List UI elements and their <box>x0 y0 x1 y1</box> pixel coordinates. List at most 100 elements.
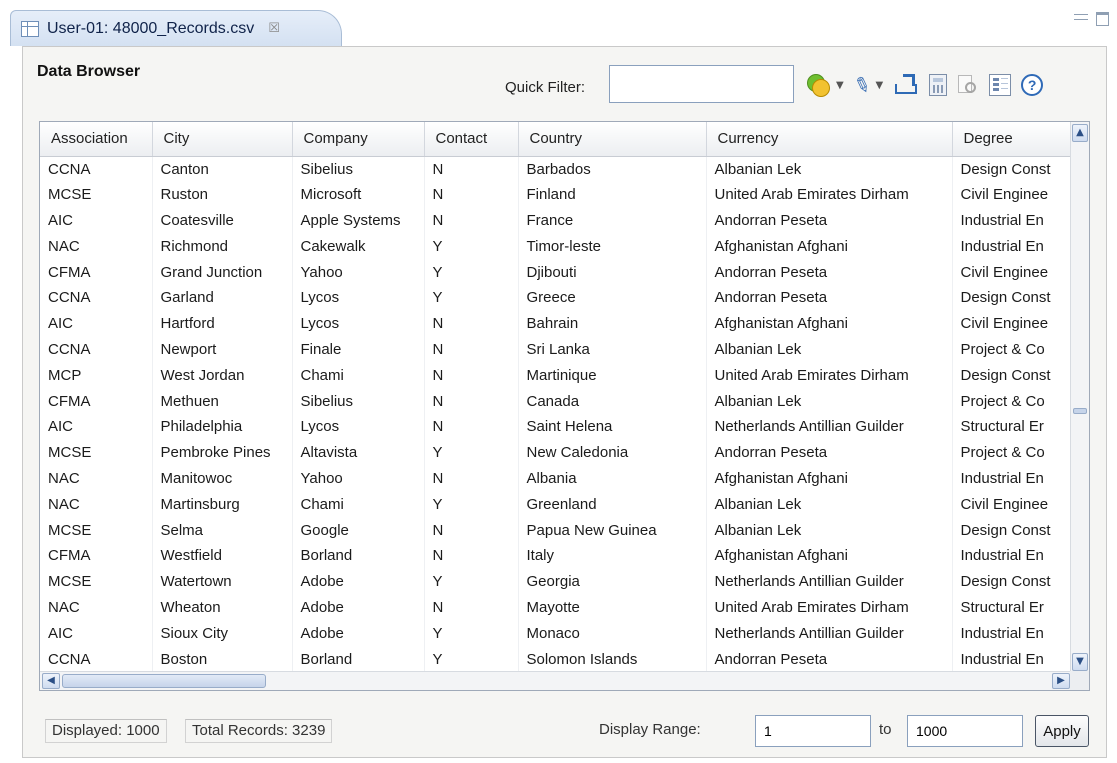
table-cell[interactable]: Afghanistan Afghani <box>706 542 953 569</box>
table-cell[interactable]: Project & Co <box>952 336 1072 363</box>
table-cell[interactable]: AIC <box>40 310 153 337</box>
table-cell[interactable]: Netherlands Antillian Guilder <box>706 413 953 440</box>
table-row[interactable]: MCSE Pembroke Pines Altavista Y New Caledoni… <box>40 439 1072 466</box>
table-cell[interactable]: Borland <box>292 542 425 569</box>
table-cell[interactable]: Albanian Lek <box>706 517 953 543</box>
table-cell[interactable]: Project & Co <box>952 439 1072 466</box>
tab-close-icon[interactable]: ☒ <box>268 21 280 36</box>
table-cell[interactable]: New Caledonia <box>518 439 707 466</box>
table-cell[interactable]: Industrial En <box>952 620 1072 647</box>
table-cell[interactable]: N <box>424 542 519 569</box>
table-cell[interactable]: Djibouti <box>518 259 707 285</box>
table-row[interactable]: AIC Coatesville Apple Systems N France Andorr… <box>40 207 1072 234</box>
table-cell[interactable]: Sri Lanka <box>518 336 707 363</box>
table-cell[interactable]: CFMA <box>40 542 153 569</box>
column-header[interactable]: Contact <box>424 122 519 157</box>
table-cell[interactable]: Boston <box>152 646 293 672</box>
table-cell[interactable]: N <box>424 594 519 621</box>
table-cell[interactable]: Civil Enginee <box>952 181 1072 208</box>
table-cell[interactable]: France <box>518 207 707 234</box>
table-cell[interactable]: Manitowoc <box>152 465 293 492</box>
table-cell[interactable]: Afghanistan Afghani <box>706 465 953 492</box>
table-cell[interactable]: Monaco <box>518 620 707 647</box>
table-cell[interactable]: CFMA <box>40 259 153 285</box>
table-cell[interactable]: Newport <box>152 336 293 363</box>
table-row[interactable]: CFMA Methuen Sibelius N Canada Albanian Lek Pr… <box>40 388 1072 414</box>
table-cell[interactable]: Sioux City <box>152 620 293 647</box>
table-cell[interactable]: Albanian Lek <box>706 336 953 363</box>
table-cell[interactable]: Y <box>424 439 519 466</box>
table-cell[interactable]: Coatesville <box>152 207 293 234</box>
table-cell[interactable]: N <box>424 465 519 492</box>
table-cell[interactable]: Sibelius <box>292 156 425 182</box>
table-cell[interactable]: Mayotte <box>518 594 707 621</box>
table-cell[interactable]: Project & Co <box>952 388 1072 414</box>
table-cell[interactable]: Industrial En <box>952 207 1072 234</box>
export-button[interactable] <box>893 72 919 98</box>
table-cell[interactable]: Philadelphia <box>152 413 293 440</box>
table-cell[interactable]: Grand Junction <box>152 259 293 285</box>
table-cell[interactable]: Canada <box>518 388 707 414</box>
table-cell[interactable]: N <box>424 336 519 363</box>
table-cell[interactable]: Chami <box>292 491 425 518</box>
table-cell[interactable]: West Jordan <box>152 362 293 389</box>
table-cell[interactable]: Yahoo <box>292 465 425 492</box>
table-cell[interactable]: Borland <box>292 646 425 672</box>
table-cell[interactable]: MCSE <box>40 439 153 466</box>
filter-dropdown-button[interactable]: ▼ <box>805 72 844 98</box>
table-cell[interactable]: Netherlands Antillian Guilder <box>706 620 953 647</box>
table-cell[interactable]: N <box>424 413 519 440</box>
table-cell[interactable]: Y <box>424 284 519 311</box>
table-cell[interactable]: Y <box>424 620 519 647</box>
table-cell[interactable]: Finland <box>518 181 707 208</box>
table-cell[interactable]: CFMA <box>40 388 153 414</box>
column-header[interactable]: Degree <box>952 122 1072 157</box>
table-cell[interactable]: Garland <box>152 284 293 311</box>
table-cell[interactable]: Netherlands Antillian Guilder <box>706 568 953 595</box>
table-cell[interactable]: Y <box>424 646 519 672</box>
table-cell[interactable]: Albanian Lek <box>706 491 953 518</box>
table-cell[interactable]: Martinique <box>518 362 707 389</box>
file-tab[interactable]: User-01: 48000_Records.csv ☒ <box>10 10 342 46</box>
column-header[interactable]: Country <box>518 122 707 157</box>
table-cell[interactable]: Y <box>424 259 519 285</box>
table-cell[interactable]: Industrial En <box>952 542 1072 569</box>
find-button[interactable] <box>957 72 979 98</box>
table-row[interactable]: MCSE Selma Google N Papua New Guinea Albanian… <box>40 517 1072 543</box>
table-cell[interactable]: Andorran Peseta <box>706 207 953 234</box>
table-cell[interactable]: N <box>424 388 519 414</box>
table-cell[interactable]: Saint Helena <box>518 413 707 440</box>
table-cell[interactable]: N <box>424 310 519 337</box>
table-cell[interactable]: NAC <box>40 594 153 621</box>
table-row[interactable]: CFMA Grand Junction Yahoo Y Djibouti Andorran… <box>40 259 1072 285</box>
table-row[interactable]: AIC Sioux City Adobe Y Monaco Netherlands Ant… <box>40 620 1072 647</box>
table-cell[interactable]: Industrial En <box>952 465 1072 492</box>
quick-filter-input[interactable] <box>609 65 794 103</box>
minimize-icon[interactable] <box>1074 14 1088 20</box>
table-cell[interactable]: Timor-leste <box>518 233 707 260</box>
table-row[interactable]: AIC Philadelphia Lycos N Saint Helena Netherl… <box>40 413 1072 440</box>
table-cell[interactable]: Civil Enginee <box>952 259 1072 285</box>
table-cell[interactable]: Andorran Peseta <box>706 439 953 466</box>
column-header[interactable]: City <box>152 122 293 157</box>
table-cell[interactable]: Westfield <box>152 542 293 569</box>
table-cell[interactable]: Structural Er <box>952 594 1072 621</box>
table-cell[interactable]: Papua New Guinea <box>518 517 707 543</box>
maximize-icon[interactable] <box>1096 12 1109 26</box>
table-cell[interactable]: Design Const <box>952 156 1072 182</box>
table-cell[interactable]: Sibelius <box>292 388 425 414</box>
table-cell[interactable]: AIC <box>40 413 153 440</box>
table-cell[interactable]: Design Const <box>952 362 1072 389</box>
table-cell[interactable]: MCSE <box>40 517 153 543</box>
table-cell[interactable]: Finale <box>292 336 425 363</box>
table-cell[interactable]: Andorran Peseta <box>706 646 953 672</box>
table-cell[interactable]: Andorran Peseta <box>706 284 953 311</box>
table-cell[interactable]: Adobe <box>292 568 425 595</box>
table-cell[interactable]: CCNA <box>40 646 153 672</box>
horizontal-scrollbar[interactable]: ◀ ▶ <box>40 671 1072 690</box>
table-cell[interactable]: Structural Er <box>952 413 1072 440</box>
table-cell[interactable]: Design Const <box>952 517 1072 543</box>
table-cell[interactable]: Canton <box>152 156 293 182</box>
table-cell[interactable]: N <box>424 156 519 182</box>
table-row[interactable]: MCP West Jordan Chami N Martinique United Ara… <box>40 362 1072 389</box>
